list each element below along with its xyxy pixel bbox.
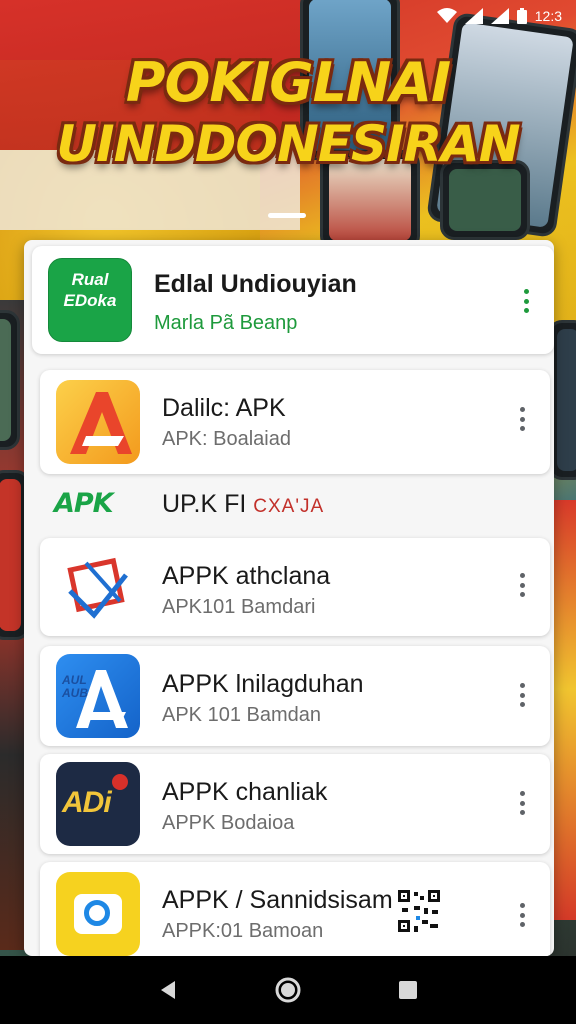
yellow-gear-icon bbox=[56, 872, 140, 956]
hero-title-line2: UINDDONESIRAN bbox=[56, 115, 520, 173]
more-options-button[interactable] bbox=[516, 404, 528, 434]
app-title: APPK chanliak bbox=[162, 778, 328, 806]
battery-icon bbox=[516, 8, 527, 24]
apk-logo: APK bbox=[54, 488, 114, 519]
letter-a-icon bbox=[56, 380, 140, 464]
background-phone bbox=[0, 310, 20, 450]
featured-app-icon: Rual EDoka bbox=[48, 258, 132, 342]
app-title: APPK / Sannidsisam bbox=[162, 886, 393, 914]
recents-icon[interactable] bbox=[397, 979, 419, 1001]
app-subtitle: APK101 Bamdari bbox=[162, 596, 316, 618]
more-options-button[interactable] bbox=[516, 788, 528, 818]
app-card[interactable]: APPK / Sannidsisam APPK:01 Bamoan bbox=[40, 862, 550, 956]
app-card[interactable]: ADi APPK chanliak APPK Bodaiоa bbox=[40, 754, 550, 854]
featured-app-card[interactable]: Rual EDoka Edlal Undiouyian Marla Pã Bea… bbox=[32, 246, 554, 354]
hero-title-line1: POKIGLNAI bbox=[125, 51, 451, 114]
navigation-bar bbox=[0, 956, 576, 1024]
more-options-button[interactable] bbox=[520, 286, 532, 316]
app-subtitle: APK: Boalaiad bbox=[162, 428, 291, 450]
more-options-button[interactable] bbox=[516, 680, 528, 710]
square-arrows-icon bbox=[56, 545, 140, 629]
sheet-drag-handle[interactable] bbox=[268, 213, 306, 218]
wifi-icon bbox=[436, 8, 457, 23]
featured-app-subtitle: Marla Pã Beanp bbox=[154, 312, 298, 334]
app-title: APPK athclana bbox=[162, 562, 331, 590]
app-store-icon-text-line2: AUB bbox=[62, 686, 88, 700]
status-time: 12:3 bbox=[534, 8, 562, 24]
app-subtitle: APPK Bodaiоa bbox=[162, 812, 295, 834]
featured-app-title: Edlal Undiouyian bbox=[154, 270, 357, 298]
signal-icon bbox=[490, 8, 509, 24]
app-title: APPK lnilagduhan bbox=[162, 670, 364, 698]
app-store-icon: AUL AUB bbox=[56, 654, 140, 738]
adi-logo-icon: ADi bbox=[56, 762, 140, 846]
featured-icon-text-line2: EDoka bbox=[63, 291, 117, 310]
app-card[interactable]: APPK athclana APK101 Bamdari bbox=[40, 538, 550, 636]
adi-logo-text: ADi bbox=[62, 786, 112, 819]
apk-banner-text: UP.K FI CXA'JA bbox=[162, 490, 324, 519]
back-icon[interactable] bbox=[157, 979, 179, 1001]
qr-code-icon bbox=[396, 888, 442, 934]
signal-icon bbox=[464, 8, 483, 24]
app-title: Dalilc: APK bbox=[162, 394, 286, 422]
app-subtitle: APK 101 Bamdan bbox=[162, 704, 321, 726]
more-options-button[interactable] bbox=[516, 900, 528, 930]
app-subtitle: APPK:01 Bamoan bbox=[162, 920, 324, 942]
apk-banner-red: CXA'JA bbox=[253, 496, 325, 517]
apk-banner-main: UP.K FI bbox=[162, 490, 247, 518]
featured-icon-text-line1: Rual bbox=[71, 270, 109, 289]
hero-title: POKIGLNAI UINDDONESIRAN bbox=[0, 52, 576, 174]
app-card[interactable]: Dalilc: APK APK: Boalaiad bbox=[40, 370, 550, 474]
home-icon[interactable] bbox=[274, 976, 302, 1004]
more-options-button[interactable] bbox=[516, 570, 528, 600]
status-bar: 12:3 bbox=[0, 0, 576, 32]
apk-banner-row[interactable]: APK UP.K FI CXA'JA bbox=[40, 476, 550, 532]
app-list-panel: Rual EDoka Edlal Undiouyian Marla Pã Bea… bbox=[24, 240, 554, 956]
app-card[interactable]: AUL AUB APPK lnilagduhan APK 101 Bamdan bbox=[40, 646, 550, 746]
